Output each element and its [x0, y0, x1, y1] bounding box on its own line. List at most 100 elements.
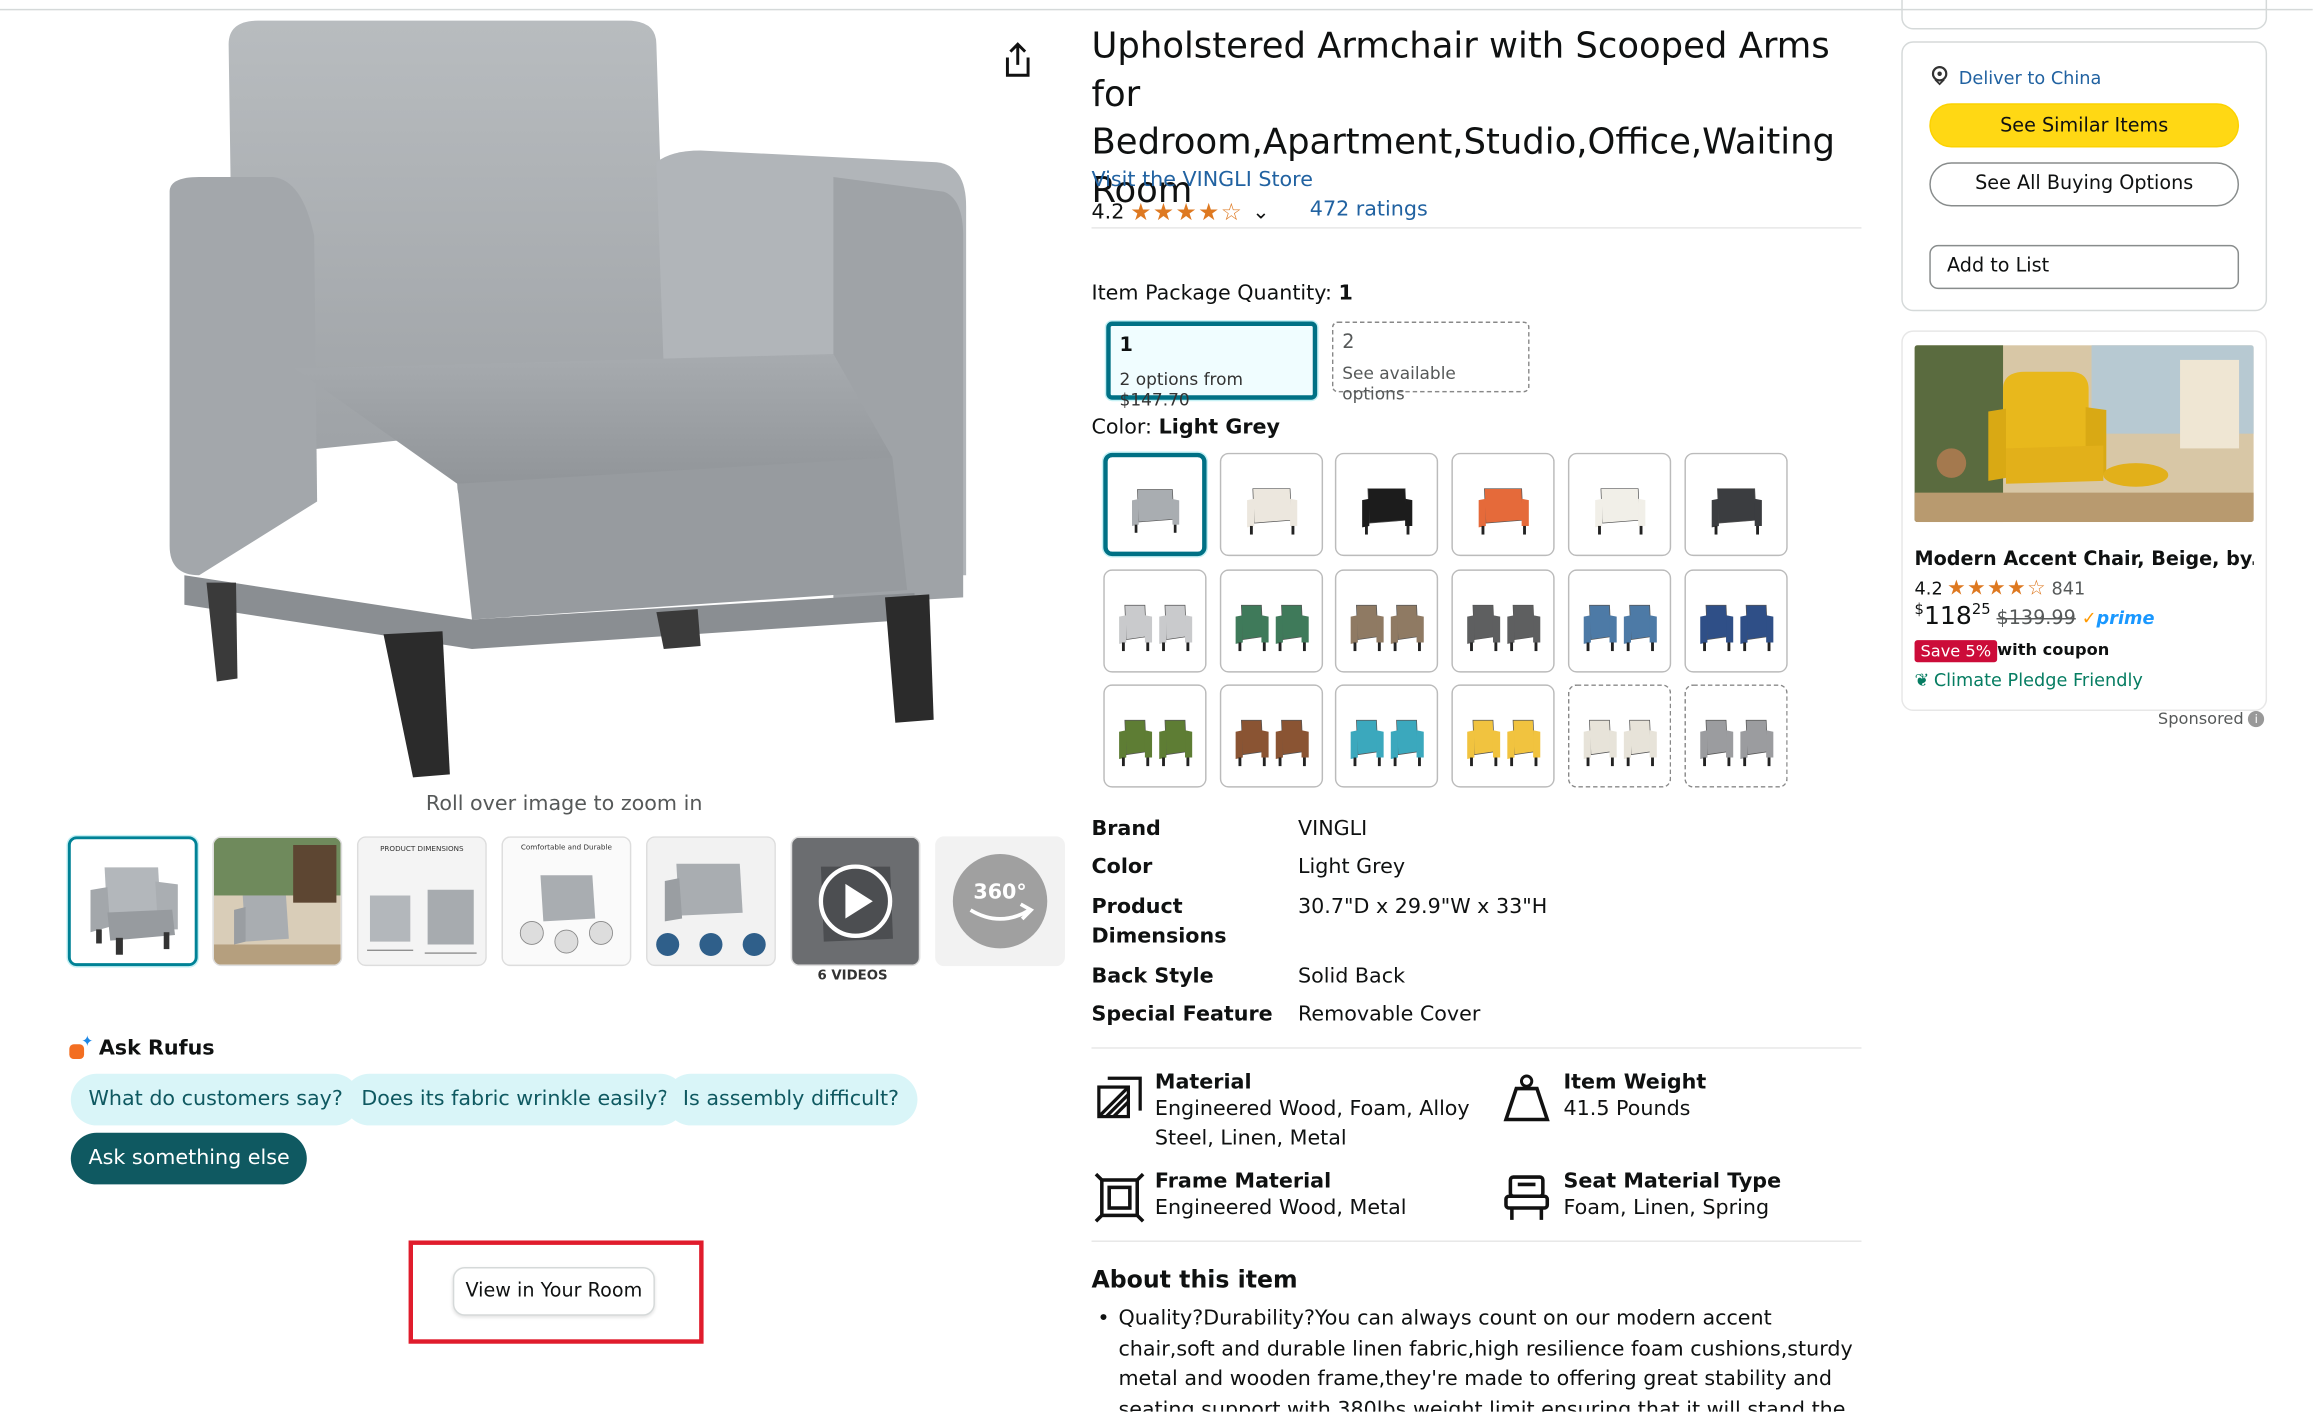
color-swatch[interactable] — [1451, 452, 1555, 557]
rufus-chip-wrinkle[interactable]: Does its fabric wrinkle easily? — [343, 1073, 686, 1126]
seat-material-icon — [1502, 1173, 1552, 1223]
ad-rating-value: 4.2 — [1914, 578, 1943, 599]
color-value: Light Grey — [1158, 415, 1280, 440]
color-swatch[interactable] — [1103, 568, 1207, 672]
svg-text:Comfortable and Durable: Comfortable and Durable — [521, 842, 613, 851]
color-swatch[interactable] — [1103, 684, 1207, 788]
thumbnail-living-room[interactable] — [212, 836, 343, 967]
qty-option-2[interactable]: 2 See available options — [1331, 321, 1530, 404]
about-bullet: • Quality?Durability?You can always coun… — [1097, 1304, 1864, 1412]
feature-frame-value: Engineered Wood, Metal — [1154, 1196, 1407, 1220]
see-all-buying-options-button[interactable]: See All Buying Options — [1929, 162, 2240, 207]
package-qty-label-text: Item Package Quantity: — [1091, 281, 1332, 306]
sponsored-text: Sponsored — [2157, 709, 2244, 729]
rufus-chip-assembly[interactable]: Is assembly difficult? — [665, 1073, 917, 1126]
package-qty-value: 1 — [1338, 281, 1353, 306]
color-swatch[interactable] — [1335, 568, 1439, 672]
feature-weight-title: Item Weight — [1563, 1070, 1707, 1095]
color-swatch[interactable] — [1683, 568, 1787, 672]
color-swatch[interactable] — [1219, 452, 1323, 557]
ad-rating-count: 841 — [2051, 578, 2086, 599]
feature-item-weight: Item Weight 41.5 Pounds — [1564, 1071, 1859, 1124]
color-swatch[interactable] — [1567, 568, 1671, 672]
qty-option-2-qty: 2 — [1342, 331, 1355, 354]
share-icon[interactable] — [1000, 41, 1035, 79]
ad-price-fraction: 25 — [1971, 602, 1991, 619]
ad-rating-row[interactable]: 4.2 ★★★★☆ 841 — [1915, 577, 2086, 601]
ratings-count-link[interactable]: 472 ratings — [1310, 198, 1428, 222]
climate-pledge-badge[interactable]: ❦ Climate Pledge Friendly — [1915, 670, 2143, 691]
spec-value-color: Light Grey — [1298, 855, 1406, 880]
divider — [1091, 1240, 1862, 1242]
view-in-room-button[interactable]: View in Your Room — [452, 1267, 655, 1316]
frame-material-icon — [1094, 1172, 1145, 1223]
spec-key-color: Color — [1091, 855, 1153, 880]
prime-label: prime — [2096, 607, 2155, 629]
color-swatch[interactable] — [1567, 684, 1671, 788]
color-swatch[interactable] — [1683, 684, 1787, 788]
color-swatch[interactable] — [1683, 452, 1787, 557]
feature-weight-value: 41.5 Pounds — [1563, 1097, 1691, 1121]
info-icon[interactable]: i — [2248, 710, 2265, 728]
feature-frame-material: Frame Material Engineered Wood, Metal — [1155, 1170, 1480, 1223]
color-swatch[interactable] — [1103, 452, 1207, 557]
feature-seat-material: Seat Material Type Foam, Linen, Spring — [1564, 1170, 1859, 1223]
weight-icon — [1502, 1074, 1552, 1124]
rufus-heading-label: Ask Rufus — [98, 1036, 215, 1061]
deliver-to-link[interactable]: Deliver to China — [1929, 65, 2101, 90]
qty-option-1[interactable]: 1 2 options from $147.70 — [1106, 321, 1318, 410]
color-swatch[interactable] — [1567, 452, 1671, 557]
bullet-dot: • — [1097, 1306, 1110, 1331]
ad-list-price: $139.99 — [1996, 607, 2076, 630]
rufus-sparkle-icon: ✦ — [69, 1034, 94, 1060]
climate-pledge-label: Climate Pledge Friendly — [1933, 669, 2143, 691]
about-bullet-text: Quality?Durability?You can always count … — [1118, 1306, 1853, 1412]
see-similar-items-button[interactable]: See Similar Items — [1929, 103, 2240, 148]
spec-value-dimensions: 30.7"D x 29.9"W x 33"H — [1298, 895, 1548, 919]
spec-value-back-style: Solid Back — [1298, 964, 1406, 989]
spec-key-brand: Brand — [1091, 817, 1161, 841]
feature-material-value: Engineered Wood, Foam, Alloy Steel, Line… — [1154, 1097, 1470, 1151]
spec-key-special-feature: Special Feature — [1091, 1003, 1273, 1027]
color-swatch[interactable] — [1335, 684, 1439, 788]
rufus-chip-customers[interactable]: What do customers say? — [70, 1073, 361, 1126]
ad-price-whole: 118 — [1923, 601, 1972, 632]
feature-seat-value: Foam, Linen, Spring — [1563, 1196, 1770, 1220]
color-swatch[interactable] — [1219, 568, 1323, 672]
zoom-hint: Roll over image to zoom in — [425, 792, 703, 816]
main-product-image[interactable] — [140, 15, 988, 782]
thumbnail-main-front[interactable] — [67, 836, 198, 967]
color-swatch[interactable] — [1451, 568, 1555, 672]
spec-key-back-style: Back Style — [1091, 964, 1214, 989]
sponsored-label[interactable]: Sponsored i — [2157, 709, 2265, 729]
thumbnail-feature-icons[interactable] — [646, 836, 776, 967]
qty-option-2-sub: See available options — [1342, 362, 1456, 405]
ad-title[interactable]: Modern Accent Chair, Beige, by... — [1915, 549, 2254, 571]
thumbnail-product-dimensions[interactable]: PRODUCT DIMENSIONS — [356, 836, 487, 967]
color-swatch[interactable] — [1219, 684, 1323, 788]
title-overflow-line — [1092, 0, 1859, 9]
qty-option-1-qty: 1 — [1119, 334, 1133, 357]
rufus-ask-else-button[interactable]: Ask something else — [70, 1132, 308, 1185]
videos-caption: 6 VIDEOS — [817, 969, 888, 984]
about-heading: About this item — [1091, 1265, 1298, 1294]
thumbnail-360-view[interactable]: 360° — [935, 836, 1065, 967]
spec-key-dimensions: Product Dimensions — [1091, 895, 1227, 949]
add-to-list-button[interactable]: Add to List — [1929, 244, 2240, 290]
ad-product-image[interactable] — [1914, 345, 2254, 523]
buybox-top-card — [1901, 0, 2268, 30]
rating-value: 4.2 — [1091, 199, 1125, 224]
color-swatch[interactable] — [1335, 452, 1439, 557]
rating-row[interactable]: 4.2 ★★★★☆ ⌄ — [1092, 198, 1270, 226]
svg-text:360°: 360° — [973, 879, 1026, 903]
package-qty-label: Item Package Quantity: 1 — [1092, 282, 1353, 306]
thumbnail-comfortable-durable[interactable]: Comfortable and Durable — [501, 836, 632, 967]
thumbnail-videos[interactable] — [790, 836, 921, 967]
save-badge: Save 5% — [1914, 640, 1998, 663]
svg-text:PRODUCT DIMENSIONS: PRODUCT DIMENSIONS — [380, 844, 464, 853]
chevron-down-icon[interactable]: ⌄ — [1252, 200, 1269, 224]
store-link[interactable]: Visit the VINGLI Store — [1092, 168, 1313, 192]
feature-material: Material Engineered Wood, Foam, Alloy St… — [1155, 1071, 1480, 1154]
feature-frame-title: Frame Material — [1154, 1169, 1332, 1194]
color-swatch[interactable] — [1451, 684, 1555, 788]
